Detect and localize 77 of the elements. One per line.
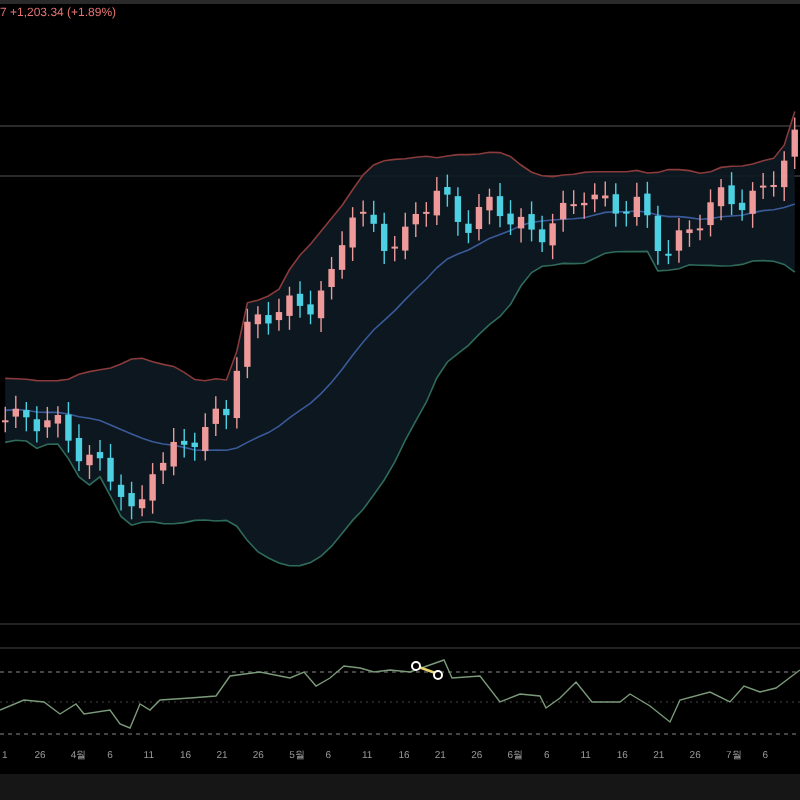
candlestick xyxy=(412,201,419,238)
candlestick xyxy=(644,181,651,229)
candlestick xyxy=(317,280,325,333)
candlestick xyxy=(486,187,493,226)
candlestick xyxy=(328,256,335,301)
candlestick xyxy=(591,182,598,213)
candlestick xyxy=(738,188,746,222)
candlestick xyxy=(602,180,609,208)
candlestick xyxy=(686,219,693,248)
candlestick xyxy=(759,172,767,200)
candlestick xyxy=(402,212,409,260)
candlestick xyxy=(138,484,146,517)
candlestick xyxy=(454,186,462,237)
candlestick xyxy=(665,239,672,265)
candlestick xyxy=(244,308,251,379)
candlestick xyxy=(128,481,135,520)
candlestick xyxy=(623,200,630,228)
candlestick xyxy=(749,181,756,229)
candlestick xyxy=(254,305,262,339)
candlestick xyxy=(23,401,30,432)
candlestick xyxy=(75,423,83,472)
candlestick xyxy=(675,217,683,264)
candlestick xyxy=(170,427,177,476)
candlestick xyxy=(54,405,62,439)
candlestick xyxy=(633,182,641,227)
candlestick xyxy=(433,176,441,226)
candlestick xyxy=(12,395,19,429)
candlestick xyxy=(107,443,114,492)
candlestick xyxy=(538,214,546,253)
candlestick xyxy=(44,406,51,439)
candlestick xyxy=(233,356,241,430)
candlestick xyxy=(265,301,272,336)
candlestick xyxy=(423,201,430,228)
candlestick xyxy=(559,190,567,233)
candlestick xyxy=(370,200,377,233)
candlestick xyxy=(286,286,293,331)
candlestick xyxy=(517,207,525,244)
candlestick xyxy=(181,428,188,459)
candlestick xyxy=(444,173,451,208)
candlestick xyxy=(117,473,125,512)
candlestick xyxy=(781,150,788,202)
candlestick xyxy=(191,432,198,462)
candlestick xyxy=(65,401,72,454)
candlestick xyxy=(349,206,356,262)
candlestick xyxy=(381,212,388,265)
candlestick xyxy=(549,213,556,260)
candlestick xyxy=(391,235,398,263)
candlestick xyxy=(296,280,304,319)
candlestick xyxy=(717,178,725,221)
candlestick xyxy=(728,171,735,216)
candlestick xyxy=(307,289,314,325)
candlestick xyxy=(275,297,283,332)
candlestick xyxy=(149,462,156,515)
candlestick xyxy=(696,214,704,241)
candlestick xyxy=(159,451,167,485)
candlestick xyxy=(338,230,346,280)
candlestick xyxy=(96,439,104,472)
candlestick xyxy=(496,182,504,228)
candlestick xyxy=(465,209,472,244)
trend-line-drawing xyxy=(411,661,443,680)
candlestick xyxy=(2,406,9,433)
candlestick xyxy=(86,444,93,480)
candlestick xyxy=(528,200,535,243)
candlestick xyxy=(202,412,209,462)
candlestick xyxy=(791,116,798,170)
candlestick xyxy=(475,193,483,242)
candlestick xyxy=(507,199,514,236)
candlestick xyxy=(581,191,588,220)
candlestick xyxy=(570,189,577,215)
candlestick xyxy=(707,188,714,238)
candlestick xyxy=(770,170,777,198)
candlestick xyxy=(359,199,367,228)
candlestick xyxy=(212,395,219,437)
candlestick xyxy=(612,182,619,228)
candlestick xyxy=(223,399,230,430)
candlestick xyxy=(654,205,662,266)
candlestick xyxy=(33,405,41,444)
